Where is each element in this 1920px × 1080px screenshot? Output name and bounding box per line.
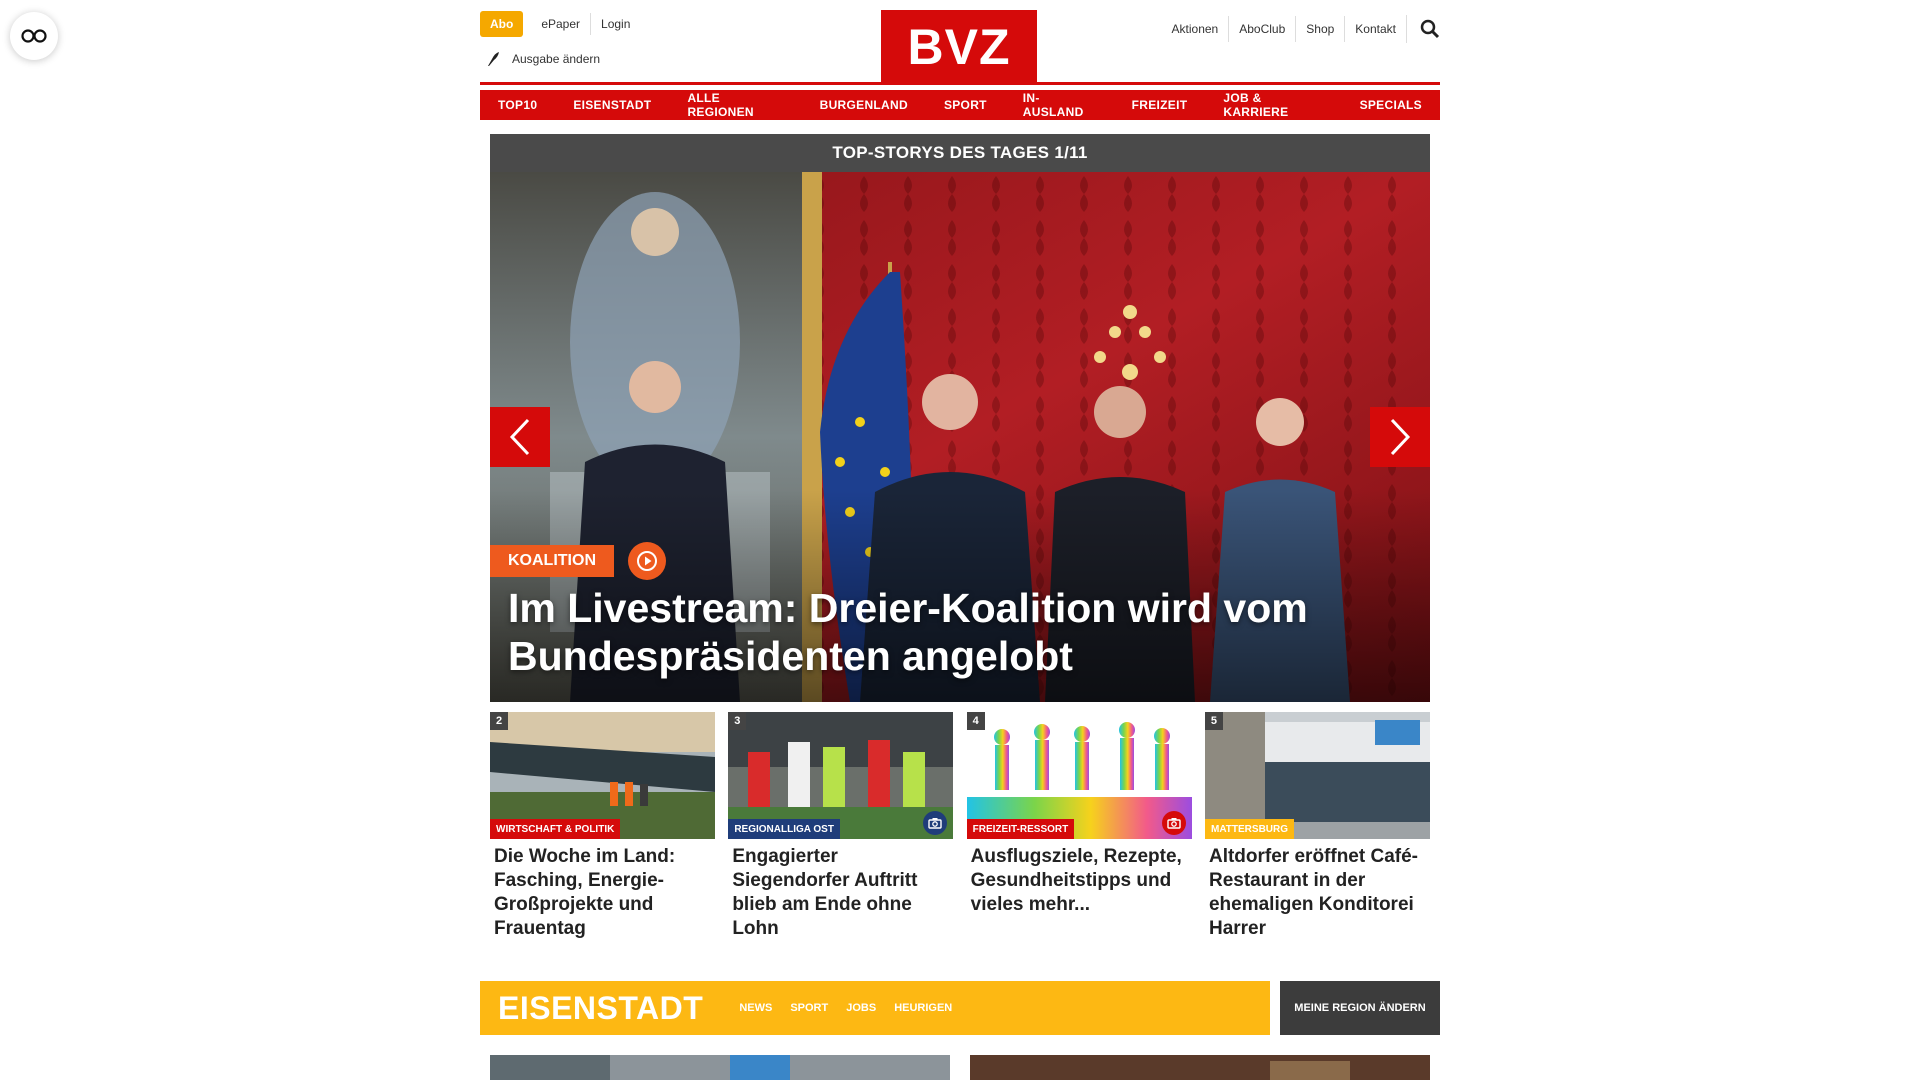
chevron-left-icon: [509, 418, 530, 456]
hero-tag: KOALITION: [490, 542, 666, 580]
hero-story[interactable]: KOALITION Im Livestream: Dreier-Koalitio…: [490, 172, 1430, 702]
story-card-number: 2: [490, 712, 508, 730]
camera-icon: [1166, 818, 1181, 829]
story-card-title[interactable]: Altdorfer eröffnet Café-Restaurant in de…: [1205, 845, 1430, 941]
region-name[interactable]: EISENSTADT: [498, 990, 703, 1027]
story-card-category: REGIONALLIGA OST: [728, 819, 840, 839]
hero-category-label: KOALITION: [490, 545, 614, 577]
photo-gallery-badge: [1161, 811, 1186, 835]
carousel-prev-button[interactable]: [490, 407, 550, 467]
play-icon: [637, 551, 657, 571]
story-card-number: 4: [966, 712, 985, 730]
region-link-heurigen[interactable]: HEURIGEN: [894, 1002, 952, 1014]
story-card[interactable]: 5 MATTERSBURG Altdorfer eröffnet Café-Re…: [1204, 712, 1430, 941]
ausgabe-label: Ausgabe ändern: [512, 52, 601, 66]
epaper-link[interactable]: ePaper: [531, 13, 590, 35]
region-link-jobs[interactable]: JOBS: [846, 1002, 876, 1014]
carousel-next-button[interactable]: [1370, 407, 1430, 467]
story-card[interactable]: 2 WIRTSCHAFT & POLITIK Die Woche im Land…: [490, 712, 715, 941]
street-scene-image: [490, 1055, 950, 1080]
top-stories-heading: TOP-STORYS DES TAGES 1/11: [490, 134, 1430, 172]
chevron-right-icon: [1390, 418, 1411, 456]
region-bar: EISENSTADT NEWS SPORT JOBS HEURIGEN MEIN…: [480, 981, 1440, 1035]
story-cards: 2 WIRTSCHAFT & POLITIK Die Woche im Land…: [490, 712, 1430, 941]
camera-icon: [928, 818, 943, 829]
main-navigation: TOP10 EISENSTADT ALLE REGIONEN BURGENLAN…: [480, 90, 1440, 120]
region-stories-preview: [490, 1055, 1430, 1080]
story-card-title[interactable]: Die Woche im Land: Fasching, Energie-Gro…: [490, 845, 715, 941]
nav-top10[interactable]: TOP10: [480, 90, 556, 120]
top-stories: TOP-STORYS DES TAGES 1/11 KOALITION Im L…: [490, 134, 1430, 702]
region-story-image[interactable]: [490, 1055, 950, 1080]
nav-alle-regionen[interactable]: ALLE REGIONEN: [669, 90, 802, 120]
kontakt-link[interactable]: Kontakt: [1344, 16, 1406, 42]
header-divider: [480, 82, 1440, 85]
region-header: EISENSTADT NEWS SPORT JOBS HEURIGEN: [480, 981, 1270, 1035]
region-link-news[interactable]: NEWS: [739, 1002, 772, 1014]
shop-link[interactable]: Shop: [1295, 16, 1344, 42]
nav-specials[interactable]: SPECIALS: [1341, 90, 1440, 120]
story-card[interactable]: 4 FREIZEIT-RESSORT Ausflugsziele, Rezept…: [966, 712, 1192, 941]
accessibility-glasses-icon: [21, 29, 47, 43]
search-icon: [1420, 19, 1440, 39]
story-card-image: 4 FREIZEIT-RESSORT: [966, 712, 1192, 839]
hero-headline[interactable]: Im Livestream: Dreier-Koalition wird vom…: [508, 584, 1388, 680]
story-card-title[interactable]: Ausflugsziele, Rezepte, Gesundheitstipps…: [967, 845, 1192, 917]
story-card-category: MATTERSBURG: [1204, 819, 1295, 839]
page-container: Abo ePaper Login Ausgabe ändern BVZ Akti…: [480, 0, 1440, 1080]
login-link[interactable]: Login: [590, 13, 640, 35]
header-left-links: Abo ePaper Login: [480, 11, 640, 37]
change-region-button[interactable]: MEINE REGION ÄNDERN: [1280, 981, 1440, 1035]
nav-sport[interactable]: SPORT: [925, 90, 1005, 120]
story-card-image: 3 REGIONALLIGA OST: [728, 712, 954, 839]
region-story-image[interactable]: [970, 1055, 1430, 1080]
abo-button[interactable]: Abo: [480, 11, 524, 37]
story-card[interactable]: 3 REGIONALLIGA OST Engagierter Siegendor…: [728, 712, 954, 941]
video-play-badge: [628, 542, 666, 580]
nav-eisenstadt[interactable]: EISENSTADT: [555, 90, 670, 120]
story-card-number: 3: [728, 712, 747, 730]
nav-in-ausland[interactable]: IN-AUSLAND: [1004, 90, 1114, 120]
search-button[interactable]: [1406, 15, 1440, 43]
header-right-links: Aktionen AboClub Shop Kontakt: [1162, 15, 1440, 43]
ausgabe-aendern-link[interactable]: Ausgabe ändern: [486, 51, 600, 67]
site-header: Abo ePaper Login Ausgabe ändern BVZ Akti…: [480, 0, 1440, 85]
story-card-category: FREIZEIT-RESSORT: [966, 819, 1075, 839]
story-card-number: 5: [1204, 712, 1223, 730]
region-link-sport[interactable]: SPORT: [790, 1002, 828, 1014]
aboclub-link[interactable]: AboClub: [1228, 16, 1295, 42]
story-card-image: 5 MATTERSBURG: [1204, 712, 1430, 839]
accessibility-button[interactable]: [10, 12, 58, 60]
interior-scene-image: [970, 1055, 1430, 1080]
nav-burgenland[interactable]: BURGENLAND: [801, 90, 926, 120]
bvz-logo[interactable]: BVZ: [881, 10, 1037, 84]
story-card-title[interactable]: Engagierter Siegendorfer Auftritt blieb …: [728, 845, 953, 941]
edition-feather-icon: [488, 52, 499, 66]
nav-freizeit[interactable]: FREIZEIT: [1113, 90, 1206, 120]
aktionen-link[interactable]: Aktionen: [1162, 16, 1229, 42]
story-card-image: 2 WIRTSCHAFT & POLITIK: [490, 712, 715, 839]
story-card-category: WIRTSCHAFT & POLITIK: [490, 819, 621, 839]
nav-job-karriere[interactable]: JOB & KARRIERE: [1205, 90, 1342, 120]
